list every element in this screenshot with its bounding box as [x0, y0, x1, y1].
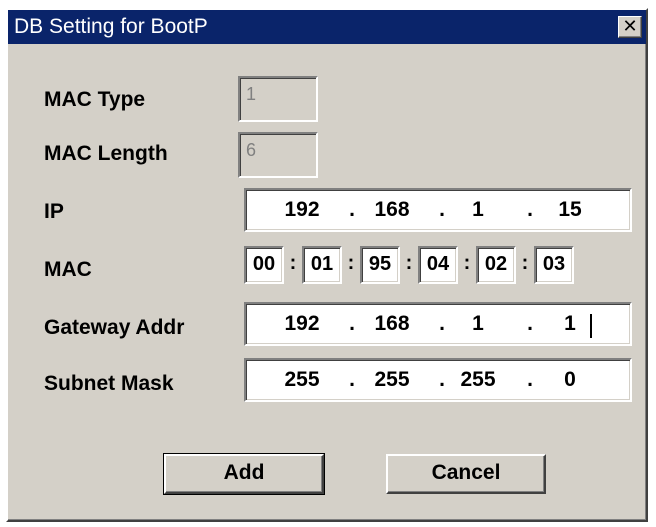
ip-dot-2: . [439, 198, 445, 221]
ip-dot-1: . [349, 198, 355, 221]
text-caret [590, 314, 592, 338]
dialog-title: DB Setting for BootP [14, 15, 208, 38]
gateway-octet-2: 168 [374, 312, 410, 335]
ip-octet-2: 168 [374, 198, 410, 221]
ip-label: IP [44, 200, 64, 223]
subnet-mask-field[interactable]: 255 . 255 . 255 . 0 [244, 358, 632, 402]
subnet-octet-4: 0 [564, 368, 576, 391]
subnet-dot-1: . [349, 368, 355, 391]
mac-sep-5: : [521, 252, 529, 274]
subnet-octet-3: 255 [460, 368, 496, 391]
close-icon: ✕ [622, 16, 638, 36]
close-button[interactable]: ✕ [618, 16, 642, 38]
ip-octet-1: 192 [284, 198, 320, 221]
mac-length-field: 6 [238, 132, 318, 178]
subnet-label: Subnet Mask [44, 372, 174, 395]
gateway-dot-3: . [527, 312, 533, 335]
ip-address-field[interactable]: 192 . 168 . 1 . 15 [244, 188, 632, 232]
ip-octet-4: 15 [558, 198, 582, 221]
subnet-dot-3: . [527, 368, 533, 391]
mac-sep-4: : [463, 252, 471, 274]
bootp-dialog: DB Setting for BootP ✕ MAC Type 1 MAC Le… [6, 8, 648, 522]
gateway-octet-3: 1 [472, 312, 484, 335]
cancel-button[interactable]: Cancel [386, 454, 546, 494]
title-bar: DB Setting for BootP ✕ [8, 10, 646, 44]
subnet-dot-2: . [439, 368, 445, 391]
mac-length-label: MAC Length [44, 142, 168, 165]
gateway-dot-2: . [439, 312, 445, 335]
ip-dot-3: . [527, 198, 533, 221]
mac-sep-2: : [347, 252, 355, 274]
gateway-label: Gateway Addr [44, 316, 185, 339]
mac-byte-6-field[interactable]: 03 [534, 246, 574, 284]
gateway-address-field[interactable]: 192 . 168 . 1 . 1 [244, 302, 632, 346]
add-button[interactable]: Add [163, 453, 325, 495]
mac-type-field: 1 [238, 76, 318, 122]
gateway-octet-1: 192 [284, 312, 320, 335]
mac-address-group: 00 : 01 : 95 : 04 : 02 : 03 [244, 246, 634, 286]
mac-length-value: 6 [246, 140, 257, 160]
subnet-octet-1: 255 [284, 368, 320, 391]
subnet-octet-2: 255 [374, 368, 410, 391]
mac-label: MAC [44, 258, 92, 281]
mac-type-label: MAC Type [44, 88, 146, 111]
mac-byte-4-field[interactable]: 04 [418, 246, 458, 284]
mac-byte-2-field[interactable]: 01 [302, 246, 342, 284]
mac-byte-3-field[interactable]: 95 [360, 246, 400, 284]
mac-byte-1-field[interactable]: 00 [244, 246, 284, 284]
gateway-dot-1: . [349, 312, 355, 335]
mac-sep-1: : [289, 252, 297, 274]
mac-sep-3: : [405, 252, 413, 274]
mac-type-value: 1 [246, 84, 257, 104]
ip-octet-3: 1 [472, 198, 484, 221]
mac-byte-5-field[interactable]: 02 [476, 246, 516, 284]
